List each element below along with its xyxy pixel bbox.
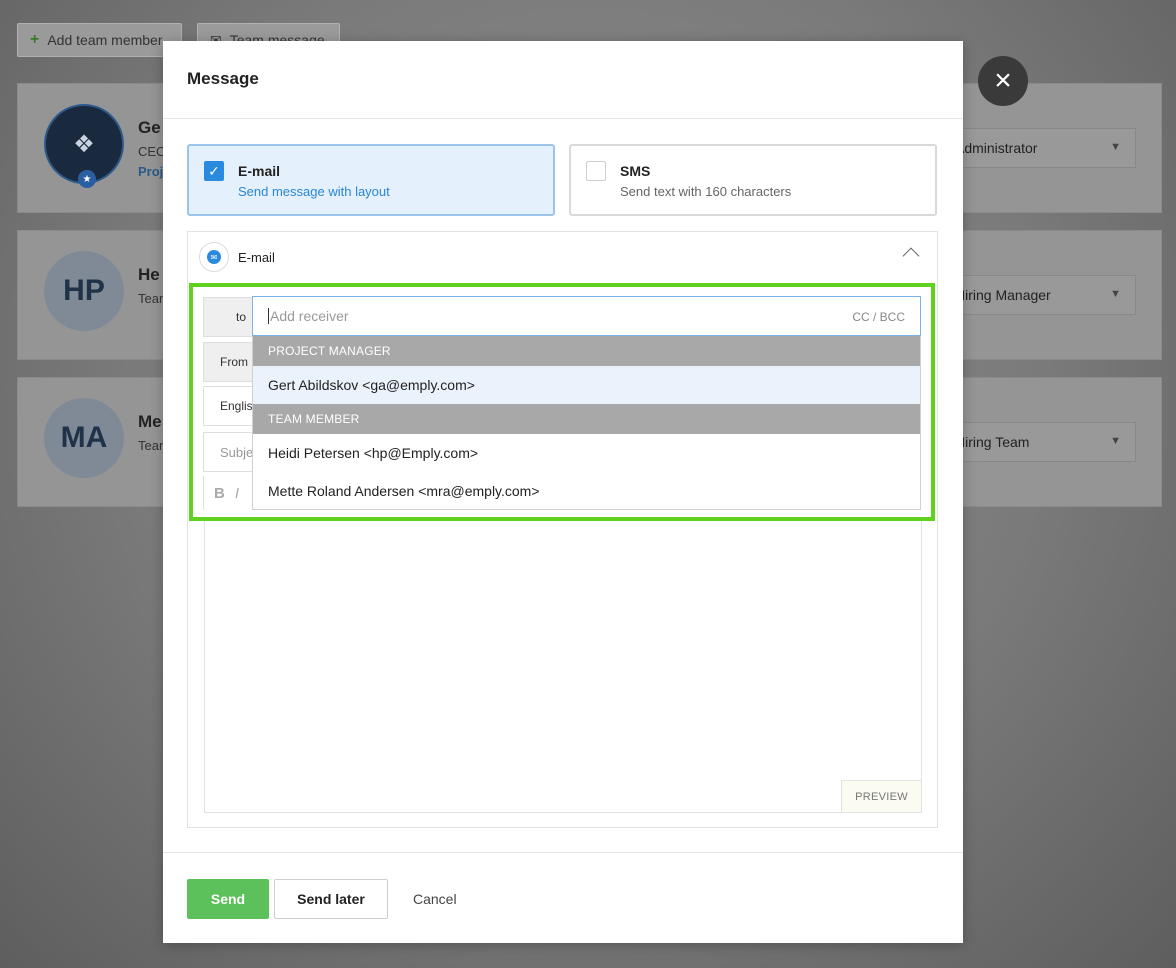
sms-channel-option[interactable]: SMS Send text with 160 characters <box>569 144 937 216</box>
sms-checkbox[interactable] <box>586 161 606 181</box>
member-link[interactable]: Proj <box>138 164 163 179</box>
role-select[interactable]: Hiring Team ▼ <box>940 422 1136 462</box>
italic-icon[interactable]: I <box>235 485 239 502</box>
receiver-dropdown: PROJECT MANAGER Gert Abildskov <ga@emply… <box>252 336 921 510</box>
bold-icon[interactable]: B <box>214 485 225 502</box>
modal-header: Message <box>163 41 963 119</box>
avatar: MA <box>44 398 124 478</box>
dropdown-option[interactable]: Gert Abildskov <ga@emply.com> <box>253 366 920 404</box>
dropdown-group-header: PROJECT MANAGER <box>253 336 920 366</box>
receiver-input[interactable]: Add receiver CC / BCC <box>252 296 921 336</box>
role-select[interactable]: Administrator ▼ <box>940 128 1136 168</box>
email-channel-title: E-mail <box>238 163 281 179</box>
chevron-down-icon: ▼ <box>1110 288 1121 300</box>
role-select-value: Hiring Team <box>955 434 1030 450</box>
cc-bcc-toggle[interactable]: CC / BCC <box>852 310 905 324</box>
send-button[interactable]: Send <box>187 879 269 919</box>
language-select[interactable]: English <box>203 386 253 426</box>
sms-channel-description: Send text with 160 characters <box>620 184 792 199</box>
avatar: HP <box>44 251 124 331</box>
from-label: From <box>203 342 253 382</box>
role-select[interactable]: Hiring Manager ▼ <box>940 275 1136 315</box>
text-caret <box>268 308 269 324</box>
modal-title: Message <box>187 69 259 88</box>
add-team-member-button[interactable]: + Add team member <box>17 23 182 57</box>
to-label: to <box>203 297 253 337</box>
role-select-value: Administrator <box>955 140 1038 156</box>
modal-footer: Send Send later Cancel <box>163 852 963 943</box>
subject-input[interactable]: Subject <box>203 432 253 472</box>
email-channel-option[interactable]: ✓ E-mail Send message with layout <box>187 144 555 216</box>
member-title: Tean <box>138 438 167 453</box>
email-section-header[interactable]: ✉ E-mail <box>188 232 937 282</box>
add-team-member-label: Add team member <box>47 32 163 48</box>
email-section-label: E-mail <box>238 249 275 265</box>
mail-icon: ✉ <box>199 242 229 272</box>
send-later-button[interactable]: Send later <box>274 879 388 919</box>
avatar: ❖ ★ <box>44 104 124 188</box>
sms-channel-title: SMS <box>620 163 651 179</box>
plus-icon: + <box>30 31 40 48</box>
preview-button[interactable]: PREVIEW <box>841 780 921 812</box>
cancel-button[interactable]: Cancel <box>413 891 457 907</box>
receiver-placeholder: Add receiver <box>270 308 349 324</box>
chevron-down-icon: ▼ <box>1110 141 1121 153</box>
member-name: Ge <box>138 118 161 137</box>
member-title: CEO <box>138 144 167 159</box>
dropdown-option[interactable]: Heidi Petersen <hp@Emply.com> <box>253 434 920 472</box>
format-toolbar: B I <box>203 476 253 510</box>
member-name: He <box>138 265 160 284</box>
checkmark-icon: ✓ <box>208 162 220 179</box>
star-icon: ★ <box>78 170 96 188</box>
member-title: Tean <box>138 291 167 306</box>
dropdown-option[interactable]: Mette Roland Andersen <mra@emply.com> <box>253 472 920 510</box>
company-logo-icon: ❖ <box>73 130 95 158</box>
email-channel-description: Send message with layout <box>238 184 390 199</box>
member-name: Me <box>138 412 162 431</box>
close-icon[interactable]: × <box>978 56 1028 106</box>
email-checkbox[interactable]: ✓ <box>204 161 224 181</box>
role-select-value: Hiring Manager <box>955 287 1051 303</box>
chevron-down-icon: ▼ <box>1110 435 1121 447</box>
dropdown-group-header: TEAM MEMBER <box>253 404 920 434</box>
